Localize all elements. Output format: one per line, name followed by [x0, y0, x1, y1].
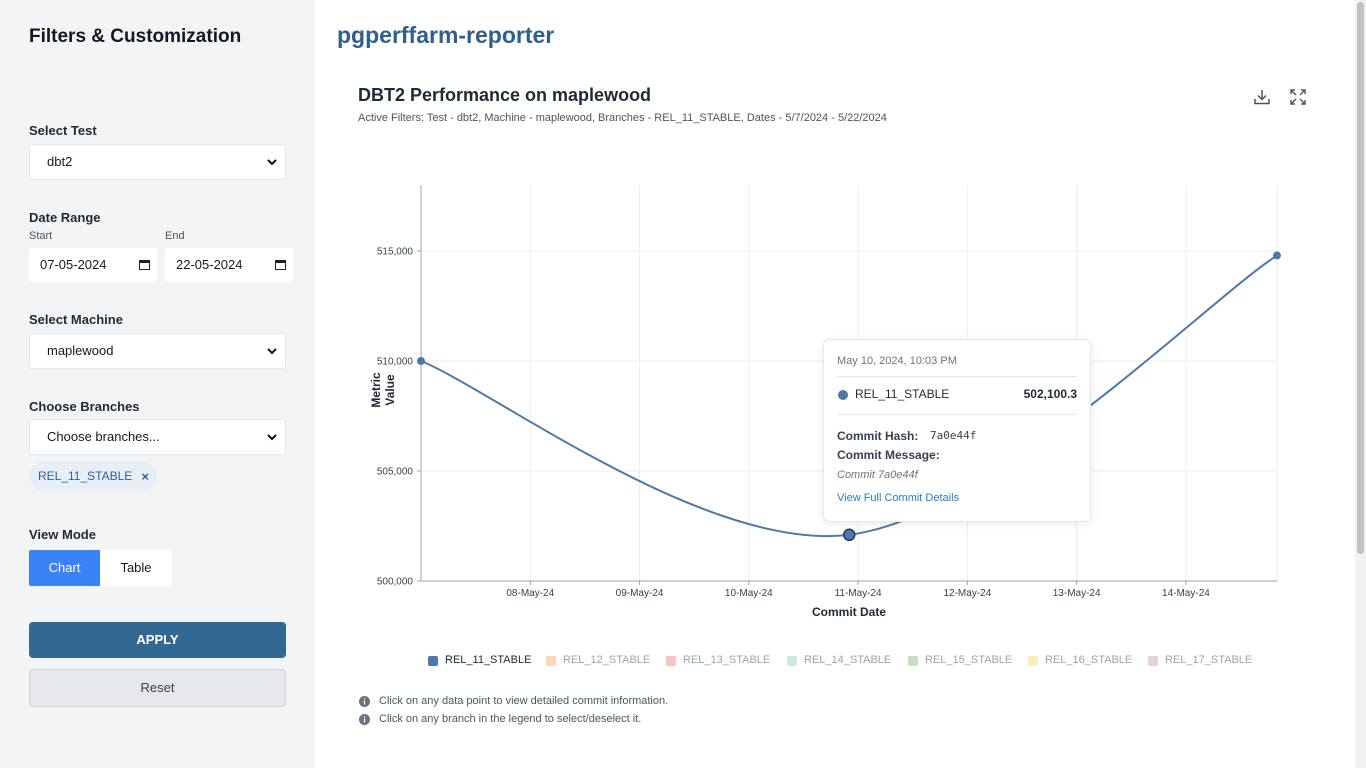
chart-title: DBT2 Performance on maplewood: [358, 85, 652, 105]
legend-label: REL_11_STABLE: [445, 654, 532, 666]
y-tick-label: 505,000: [377, 467, 414, 478]
end-date-input[interactable]: 22-05-2024: [165, 248, 293, 282]
reset-button[interactable]: Reset: [29, 669, 286, 707]
view-commit-details-link[interactable]: View Full Commit Details: [837, 492, 959, 504]
commit-hash-label: Commit Hash:: [837, 429, 919, 443]
data-point[interactable]: [1273, 251, 1281, 260]
view-mode-chart-button[interactable]: Chart: [29, 550, 100, 586]
info-icon: [359, 714, 370, 725]
data-point[interactable]: [842, 528, 856, 542]
y-tick-label: 515,000: [377, 247, 414, 258]
series-color-dot: [838, 390, 848, 400]
start-date-input[interactable]: 07-05-2024: [29, 248, 157, 282]
legend-label: REL_16_STABLE: [1045, 654, 1133, 666]
select-machine-label: Select Machine: [29, 312, 123, 327]
machine-select-value: maplewood: [47, 343, 114, 358]
apply-button[interactable]: APPLY: [29, 622, 286, 658]
legend-swatch: [546, 656, 556, 666]
data-point-tooltip: May 10, 2024, 10:03 PM REL_11_STABLE 502…: [823, 339, 1091, 522]
remove-chip-icon[interactable]: ×: [141, 462, 149, 491]
legend-label: REL_12_STABLE: [563, 654, 651, 666]
machine-select[interactable]: maplewood: [29, 333, 286, 369]
legend-swatch: [908, 656, 918, 666]
calendar-icon[interactable]: [139, 259, 150, 270]
legend-label: REL_14_STABLE: [804, 654, 892, 666]
hint-text: Click on any branch in the legend to sel…: [379, 713, 642, 725]
info-icon: [359, 696, 370, 707]
test-select-value: dbt2: [47, 154, 73, 169]
branch-chip: REL_11_STABLE ×: [29, 462, 157, 491]
tooltip-value: 502,100.3: [1023, 387, 1077, 401]
chevron-down-icon: [267, 434, 277, 441]
start-date-value: 07-05-2024: [40, 257, 107, 272]
x-tick-label: 14-May-24: [1162, 588, 1210, 599]
start-date-label: Start: [29, 230, 53, 242]
legend-label: REL_15_STABLE: [925, 654, 1013, 666]
end-date-label: End: [165, 230, 185, 242]
view-mode-table-button[interactable]: Table: [100, 550, 172, 586]
x-tick-label: 10-May-24: [725, 588, 773, 599]
chevron-down-icon: [267, 159, 277, 166]
view-mode-label: View Mode: [29, 527, 96, 542]
x-axis-label: Commit Date: [811, 605, 886, 619]
legend-swatch: [428, 656, 438, 666]
legend-swatch: [787, 656, 797, 666]
fullscreen-icon[interactable]: [1289, 88, 1307, 106]
page-scrollbar[interactable]: [1355, 0, 1366, 768]
x-tick-label: 09-May-24: [616, 588, 664, 599]
commit-message-label: Commit Message:: [837, 448, 940, 462]
active-filters-subtitle: Active Filters: Test - dbt2, Machine - m…: [358, 112, 887, 124]
divider: [837, 414, 1077, 415]
x-tick-label: 08-May-24: [506, 588, 554, 599]
scrollbar-thumb[interactable]: [1357, 2, 1364, 554]
legend-swatch: [1028, 656, 1038, 666]
sidebar-title: Filters & Customization: [29, 26, 242, 47]
choose-branches-label: Choose Branches: [29, 399, 140, 414]
x-tick-label: 13-May-24: [1053, 588, 1101, 599]
branches-select-placeholder: Choose branches...: [47, 429, 160, 444]
branch-chip-label: REL_11_STABLE: [38, 469, 133, 483]
legend-swatch: [1148, 656, 1158, 666]
legend-swatch: [666, 656, 676, 666]
x-tick-label: 11-May-24: [835, 588, 882, 599]
filters-sidebar: Filters & Customization Select Test dbt2…: [0, 0, 315, 768]
divider: [837, 376, 1077, 377]
chevron-down-icon: [267, 348, 277, 355]
commit-message-value: Commit 7a0e44f: [837, 469, 918, 481]
branches-select[interactable]: Choose branches...: [29, 419, 286, 455]
x-axis-ticks: 08-May-24 09-May-24 10-May-24 11-May-24 12-M…: [506, 581, 1210, 599]
y-tick-label: 500,000: [377, 577, 414, 588]
legend-label: REL_13_STABLE: [683, 654, 771, 666]
test-select[interactable]: dbt2: [29, 144, 286, 180]
download-icon[interactable]: [1253, 88, 1271, 106]
calendar-icon[interactable]: [275, 259, 286, 270]
select-test-label: Select Test: [29, 123, 97, 138]
end-date-value: 22-05-2024: [176, 257, 243, 272]
commit-hash-value: 7a0e44f: [930, 429, 977, 442]
tooltip-date: May 10, 2024, 10:03 PM: [837, 355, 957, 367]
x-tick-label: 12-May-24: [943, 588, 991, 599]
legend-label: REL_17_STABLE: [1165, 654, 1253, 666]
data-point[interactable]: [417, 357, 425, 365]
hint-text: Click on any data point to view detailed…: [379, 695, 669, 707]
performance-chart[interactable]: 500,000505,000510,000515,000 08-May-24 09…: [340, 170, 1290, 610]
app-title: pgperffarm-reporter: [337, 22, 555, 48]
y-axis-label: Metric Value: [369, 372, 397, 408]
date-range-label: Date Range: [29, 210, 101, 225]
tooltip-branch: REL_11_STABLE: [855, 387, 950, 401]
